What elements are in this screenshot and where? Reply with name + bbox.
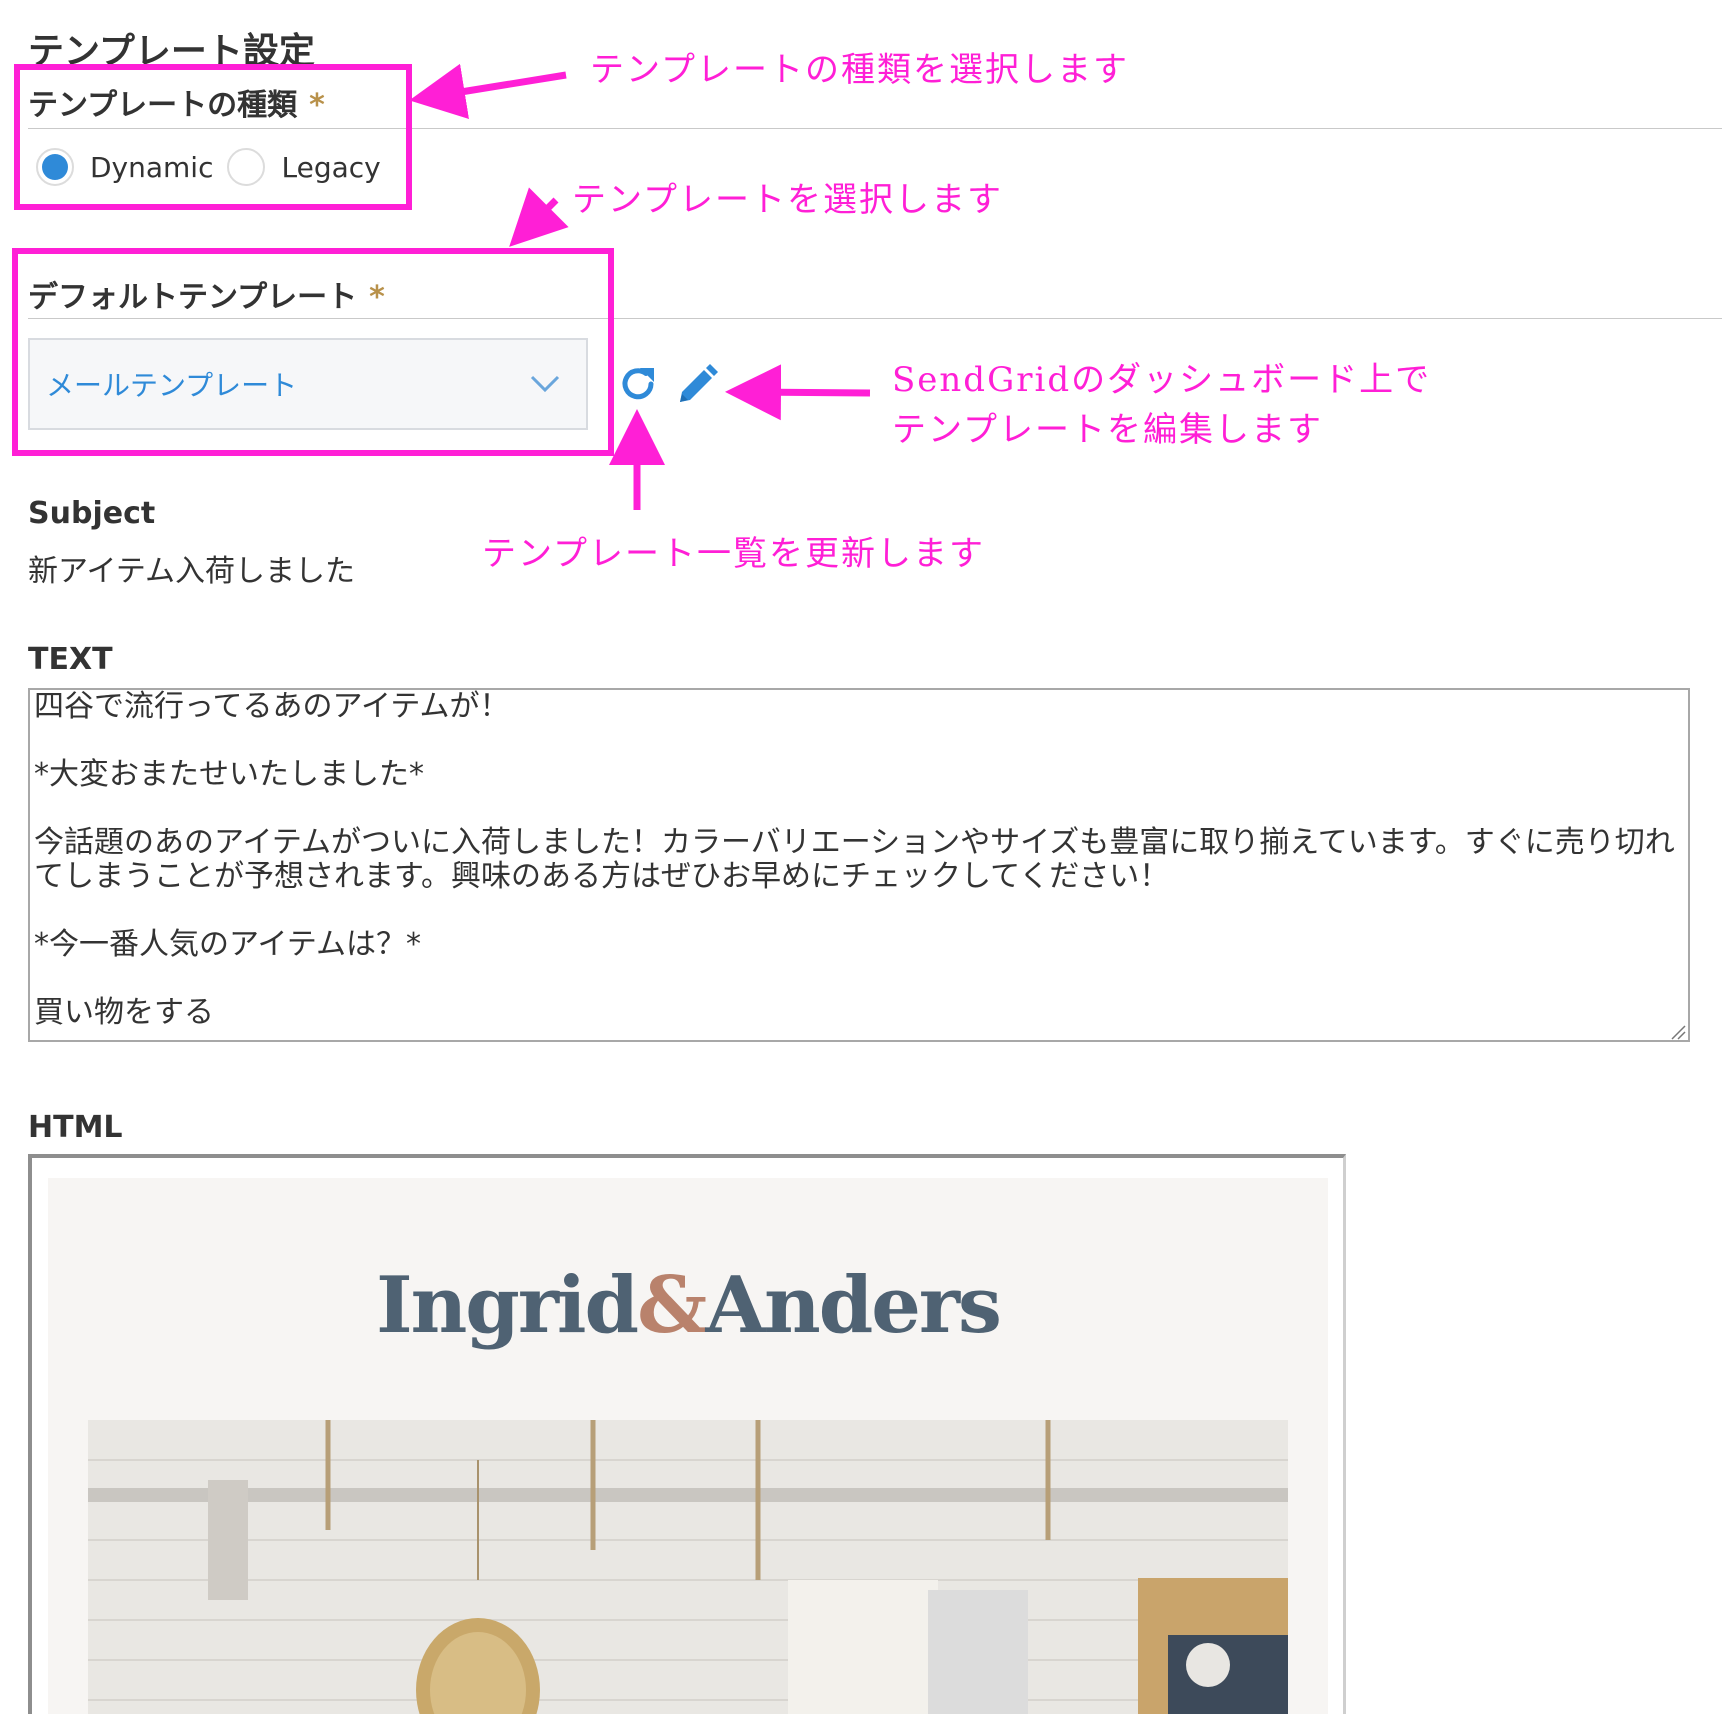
arrow-to-template-box <box>509 187 569 247</box>
arrow-to-type-box <box>409 63 567 120</box>
annotation-arrows <box>409 63 871 510</box>
arrow-to-edit-icon <box>725 364 871 421</box>
